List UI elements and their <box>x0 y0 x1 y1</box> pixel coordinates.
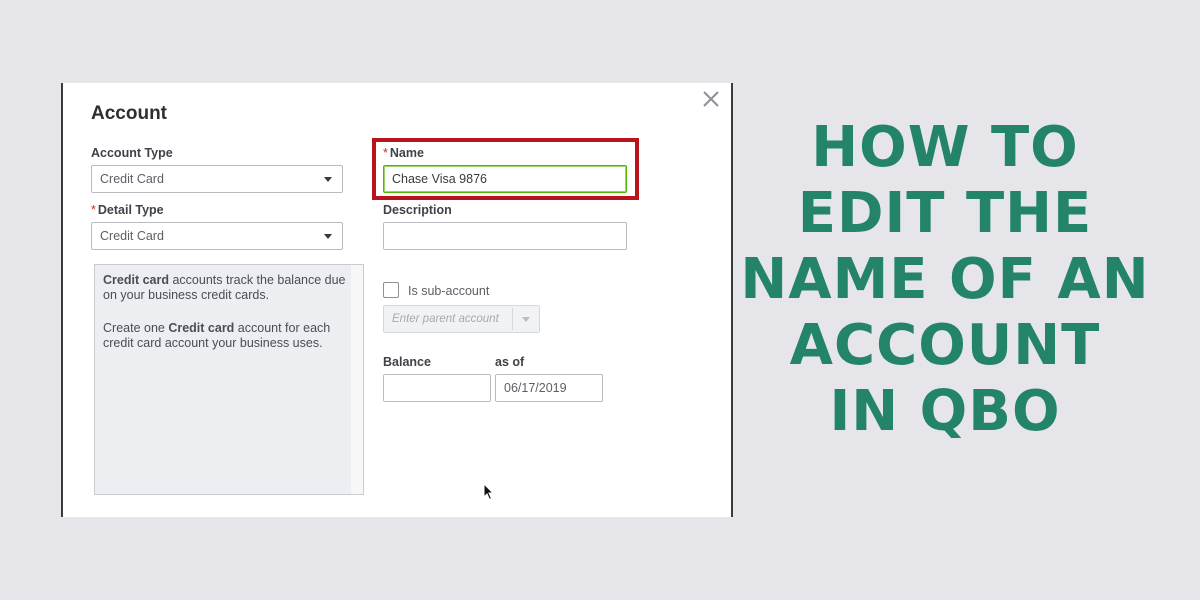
account-type-label: Account Type <box>91 146 173 160</box>
select-divider <box>512 308 513 330</box>
headline-line: ACCOUNT <box>789 313 1101 378</box>
headline-line: HOW TO <box>811 115 1079 180</box>
parent-account-select[interactable]: Enter parent account <box>383 305 540 333</box>
sub-account-label: Is sub-account <box>408 284 490 298</box>
headline: HOW TO EDIT THE NAME OF AN ACCOUNT IN QB… <box>740 115 1150 445</box>
name-label-text: Name <box>389 146 424 160</box>
mouse-pointer-icon <box>483 483 495 501</box>
info-paragraph-2: Create one Credit card account for each … <box>103 321 355 351</box>
dialog-title: Account <box>91 103 167 124</box>
balance-input[interactable] <box>383 374 491 402</box>
description-input[interactable] <box>383 222 627 250</box>
name-label: * Name <box>383 146 424 160</box>
headline-line: EDIT THE <box>797 181 1093 246</box>
balance-label: Balance <box>383 355 431 369</box>
parent-account-placeholder: Enter parent account <box>392 313 499 325</box>
detail-type-label-text: Detail Type <box>97 203 164 217</box>
scroll-track <box>351 265 363 494</box>
chevron-down-icon <box>324 234 332 239</box>
as-of-label: as of <box>495 355 525 369</box>
required-mark: * <box>383 146 388 160</box>
description-label: Description <box>383 203 452 217</box>
sub-account-checkbox[interactable] <box>383 282 399 298</box>
detail-type-value: Credit Card <box>100 229 164 243</box>
info-bold-term: Credit card <box>103 273 169 287</box>
close-icon[interactable] <box>701 89 721 109</box>
headline-line: NAME OF AN <box>740 247 1150 312</box>
detail-type-label: * Detail Type <box>91 203 164 217</box>
as-of-date-input[interactable]: 06/17/2019 <box>495 374 603 402</box>
info-text: Create one <box>103 321 169 335</box>
detail-type-select[interactable]: Credit Card <box>91 222 343 250</box>
info-paragraph-1: Credit card accounts track the balance d… <box>103 273 355 303</box>
account-dialog: Account Account Type Credit Card * Detail… <box>61 83 733 517</box>
chevron-down-icon <box>522 317 530 322</box>
account-type-select[interactable]: Credit Card <box>91 165 343 193</box>
info-bold-term: Credit card <box>168 321 235 335</box>
chevron-down-icon <box>324 177 332 182</box>
headline-line: IN QBO <box>829 379 1061 444</box>
required-mark: * <box>91 203 96 217</box>
name-input[interactable]: Chase Visa 9876 <box>383 165 627 193</box>
detail-type-description: Credit card accounts track the balance d… <box>94 264 364 495</box>
account-type-value: Credit Card <box>100 172 164 186</box>
